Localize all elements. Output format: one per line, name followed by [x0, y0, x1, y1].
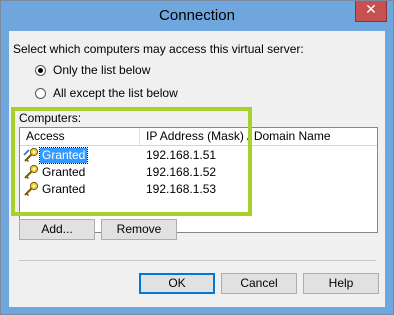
- ip-value: 192.168.1.52: [146, 165, 217, 179]
- separator: [19, 260, 376, 261]
- help-button[interactable]: Help: [303, 273, 379, 294]
- dialog-title: Connection: [159, 7, 235, 24]
- column-header-ip[interactable]: IP Address (Mask) / Domain Name: [140, 128, 376, 145]
- connection-dialog: Connection ✕ Select which computers may …: [0, 0, 394, 315]
- key-icon: [23, 147, 39, 163]
- title-bar[interactable]: Connection ✕: [1, 1, 393, 31]
- remove-button[interactable]: Remove: [101, 219, 177, 240]
- list-row[interactable]: Granted 192.168.1.53: [20, 181, 377, 198]
- radio-only-list-label[interactable]: Only the list below: [53, 63, 150, 77]
- key-icon: [24, 164, 39, 180]
- list-row[interactable]: Granted 192.168.1.51: [20, 147, 377, 164]
- ok-button[interactable]: OK: [139, 273, 215, 294]
- dialog-body: Select which computers may access this v…: [9, 31, 385, 307]
- access-prompt: Select which computers may access this v…: [13, 42, 304, 56]
- close-icon: ✕: [365, 2, 377, 18]
- computers-label: Computers:: [19, 111, 82, 125]
- list-row[interactable]: Granted 192.168.1.52: [20, 164, 377, 181]
- list-header: Access IP Address (Mask) / Domain Name: [20, 128, 377, 146]
- ip-value: 192.168.1.51: [146, 148, 217, 162]
- key-icon: [24, 181, 39, 197]
- ip-value: 192.168.1.53: [146, 182, 217, 196]
- close-button[interactable]: ✕: [355, 1, 387, 22]
- access-value: Granted: [38, 147, 89, 164]
- computers-list[interactable]: Access IP Address (Mask) / Domain Name G…: [19, 127, 378, 233]
- radio-only-list[interactable]: [35, 65, 46, 76]
- access-value: Granted: [42, 165, 86, 179]
- cancel-button[interactable]: Cancel: [221, 273, 297, 294]
- access-value: Granted: [42, 182, 86, 196]
- column-header-access[interactable]: Access: [20, 128, 140, 145]
- add-button[interactable]: Add...: [19, 219, 95, 240]
- radio-all-except-label[interactable]: All except the list below: [53, 86, 178, 100]
- radio-all-except[interactable]: [35, 88, 46, 99]
